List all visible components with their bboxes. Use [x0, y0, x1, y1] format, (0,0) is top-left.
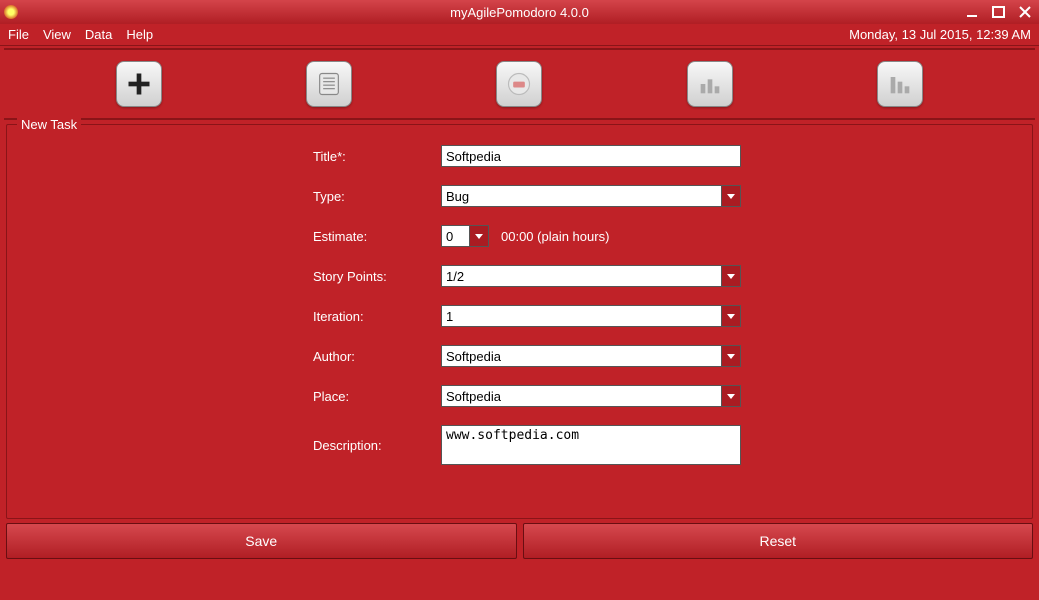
chevron-down-icon[interactable] — [721, 265, 741, 287]
estimate-input[interactable] — [441, 225, 469, 247]
reset-button[interactable]: Reset — [523, 523, 1034, 559]
fieldset-legend: New Task — [17, 117, 81, 132]
iteration-label: Iteration: — [313, 309, 433, 324]
timer-button[interactable] — [496, 61, 542, 107]
add-task-button[interactable] — [116, 61, 162, 107]
description-label: Description: — [313, 438, 433, 453]
place-label: Place: — [313, 389, 433, 404]
estimate-hint: 00:00 (plain hours) — [501, 229, 609, 244]
iteration-value[interactable] — [441, 305, 721, 327]
iteration-select[interactable] — [441, 305, 741, 327]
datetime-label: Monday, 13 Jul 2015, 12:39 AM — [849, 27, 1031, 42]
chevron-down-icon[interactable] — [721, 185, 741, 207]
app-icon — [4, 5, 18, 19]
menu-help[interactable]: Help — [126, 27, 153, 42]
type-select[interactable] — [441, 185, 741, 207]
chevron-down-icon[interactable] — [469, 225, 489, 247]
button-bar: Save Reset — [0, 519, 1039, 565]
save-button[interactable]: Save — [6, 523, 517, 559]
storypoints-select[interactable] — [441, 265, 741, 287]
estimate-label: Estimate: — [313, 229, 433, 244]
description-input[interactable] — [441, 425, 741, 465]
title-input[interactable] — [441, 145, 741, 167]
chevron-down-icon[interactable] — [721, 345, 741, 367]
chart-button-2[interactable] — [877, 61, 923, 107]
chevron-down-icon[interactable] — [721, 385, 741, 407]
type-value[interactable] — [441, 185, 721, 207]
new-task-fieldset: New Task Title*: Type: Estimate: 00:00 (… — [6, 124, 1033, 519]
type-label: Type: — [313, 189, 433, 204]
menu-file[interactable]: File — [8, 27, 29, 42]
title-label: Title*: — [313, 149, 433, 164]
window-title: myAgilePomodoro 4.0.0 — [450, 5, 589, 20]
author-label: Author: — [313, 349, 433, 364]
menu-data[interactable]: Data — [85, 27, 112, 42]
author-value[interactable] — [441, 345, 721, 367]
close-button[interactable] — [1015, 4, 1035, 20]
chart-button-1[interactable] — [687, 61, 733, 107]
titlebar: myAgilePomodoro 4.0.0 — [0, 0, 1039, 24]
list-button[interactable] — [306, 61, 352, 107]
place-value[interactable] — [441, 385, 721, 407]
chevron-down-icon[interactable] — [721, 305, 741, 327]
storypoints-label: Story Points: — [313, 269, 433, 284]
maximize-button[interactable] — [989, 4, 1009, 20]
toolbar — [4, 48, 1035, 120]
minimize-button[interactable] — [963, 4, 983, 20]
window-controls — [963, 4, 1035, 20]
author-select[interactable] — [441, 345, 741, 367]
place-select[interactable] — [441, 385, 741, 407]
menu-view[interactable]: View — [43, 27, 71, 42]
storypoints-value[interactable] — [441, 265, 721, 287]
menubar: File View Data Help Monday, 13 Jul 2015,… — [0, 24, 1039, 46]
